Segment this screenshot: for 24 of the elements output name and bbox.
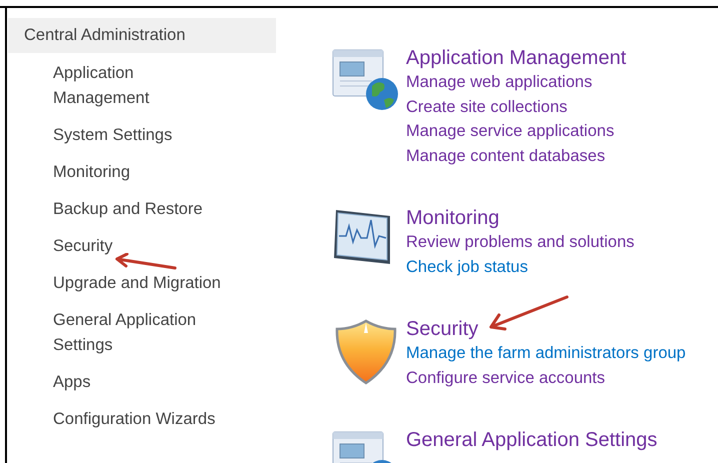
section-link[interactable]: Manage service applications (406, 119, 614, 144)
section-link[interactable]: Create site collections (406, 94, 568, 119)
section-link[interactable]: Manage content databases (406, 144, 606, 168)
sidebar-item[interactable]: Configuration Wizards (53, 407, 226, 432)
sidebar-item[interactable]: Monitoring (53, 160, 226, 185)
sidebar-item[interactable]: System Settings (53, 123, 226, 148)
sidebar-item[interactable]: Backup and Restore (53, 197, 226, 222)
section-title[interactable]: Monitoring (406, 206, 500, 230)
sidebar-item[interactable]: Upgrade and Migration (53, 271, 226, 296)
section-link[interactable]: Check job status (406, 254, 528, 279)
section-title[interactable]: Security (406, 317, 478, 341)
sidebar-item[interactable]: Application Management (53, 61, 226, 111)
section-link[interactable]: Manage web applications (406, 70, 592, 94)
section-link[interactable]: Configure service accounts (406, 366, 606, 390)
browser-window-globe-icon (332, 48, 400, 112)
section-link[interactable]: Manage the farm administrators group (406, 341, 686, 366)
section-title[interactable]: General Application Settings (406, 428, 658, 452)
annotation-arrow (113, 253, 177, 270)
sidebar-item[interactable]: Apps (53, 370, 226, 395)
sidebar-item[interactable]: General Application Settings (53, 308, 226, 358)
sidebar-header[interactable]: Central Administration (8, 18, 276, 53)
section-title[interactable]: Application Management (406, 46, 626, 70)
section-link[interactable]: Review problems and solutions (406, 230, 634, 254)
sidebar-item[interactable]: Security (53, 234, 226, 259)
